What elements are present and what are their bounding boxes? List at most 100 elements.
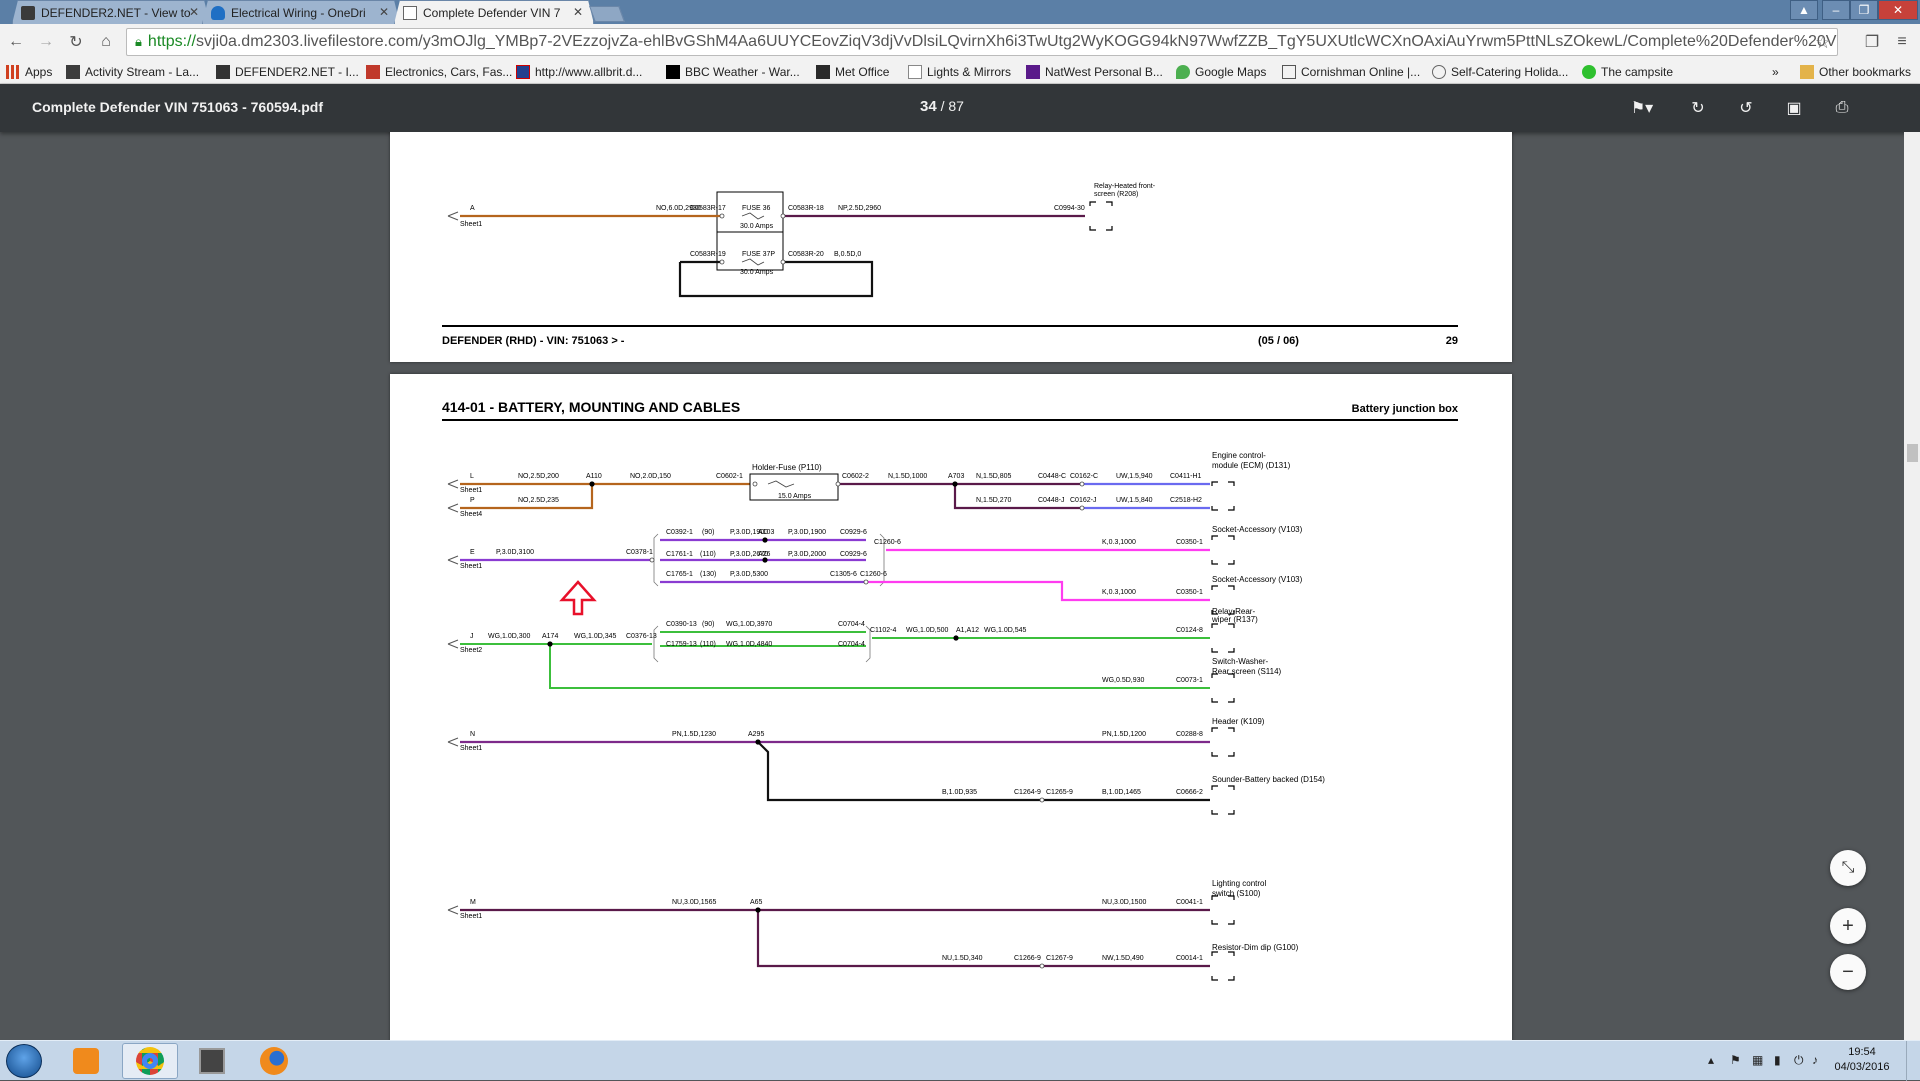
met-office-icon: [816, 65, 830, 79]
tab-onedrive[interactable]: Electrical Wiring - OneDri ✕: [202, 0, 400, 24]
bookmarks-overflow-button[interactable]: »: [1772, 64, 1779, 80]
bookmark-activity-stream[interactable]: Activity Stream - La...: [66, 64, 199, 80]
other-bookmarks[interactable]: Other bookmarks: [1800, 64, 1911, 80]
restore-button[interactable]: ❐: [1850, 0, 1878, 20]
reload-icon[interactable]: ↻: [66, 32, 86, 52]
scrollbar-thumb[interactable]: [1907, 444, 1918, 462]
bookmark-google-maps[interactable]: Google Maps: [1176, 64, 1266, 80]
bookmark-campsite[interactable]: The campsite: [1582, 64, 1673, 80]
profile-button[interactable]: ▲: [1790, 0, 1818, 20]
pin-label: M: [470, 899, 476, 906]
tab-defender2[interactable]: DEFENDER2.NET - View to ✕: [12, 0, 210, 24]
bookmark-met-office[interactable]: Met Office: [816, 64, 889, 80]
bookmark-cornishman[interactable]: Cornishman Online |...: [1282, 64, 1420, 80]
network-icon[interactable]: ▦: [1752, 1053, 1763, 1067]
bookmark-self-catering[interactable]: Self-Catering Holida...: [1432, 64, 1568, 80]
wire-label: NO,2.0D,150: [630, 473, 671, 480]
tab-strip: DEFENDER2.NET - View to ✕ Electrical Wir…: [0, 0, 1920, 24]
bookmark-apps[interactable]: Apps: [6, 64, 52, 80]
start-button[interactable]: [6, 1044, 42, 1078]
wire-label: WG,0.5D,930: [1102, 677, 1145, 684]
firefox-app[interactable]: [246, 1043, 302, 1079]
bookmark-defender2[interactable]: DEFENDER2.NET - I...: [216, 64, 359, 80]
sheet-arrow-icon: [447, 737, 459, 747]
connector-pin: [1039, 963, 1045, 969]
ecm-box: [1211, 481, 1235, 511]
address-bar[interactable]: 🔒︎ https:// svji0a.dm2303.livefilestore.…: [126, 28, 1838, 56]
wire-label: 30.0 Amps: [740, 223, 774, 230]
connector-pin: [752, 481, 758, 487]
calculator-app[interactable]: [184, 1043, 240, 1079]
sheet-arrow-icon: [447, 905, 459, 915]
component-label: Lighting control: [1212, 879, 1266, 888]
splice-dot: [953, 635, 959, 641]
component-label: Holder-Fuse (P110): [752, 463, 822, 472]
star-icon[interactable]: ☆: [1815, 32, 1831, 53]
wire-label: WG,1.0D,3970: [726, 621, 772, 628]
pdf-page-30: 414-01 - BATTERY, MOUNTING AND CABLES Bat…: [390, 374, 1512, 1040]
bookmark-natwest[interactable]: NatWest Personal B...: [1026, 64, 1163, 80]
close-tab-icon[interactable]: ✕: [379, 5, 389, 19]
zoom-out-button[interactable]: −: [1830, 954, 1866, 990]
page-number-input[interactable]: 34: [920, 98, 937, 115]
bookmark-allbrit[interactable]: http://www.allbrit.d...: [516, 64, 642, 80]
forward-arrow-icon[interactable]: →: [36, 32, 56, 52]
wire-label: A110: [586, 473, 602, 480]
media-player-app[interactable]: [58, 1043, 114, 1079]
wire-label: P,3.0D,5300: [730, 571, 768, 578]
power-icon[interactable]: ⏻: [1794, 1053, 1804, 1068]
bookmark-electronics[interactable]: Electronics, Cars, Fas...: [366, 64, 512, 80]
home-icon[interactable]: ⌂: [96, 32, 116, 52]
rotate-counterclockwise-icon[interactable]: ↺: [1736, 98, 1756, 118]
minimize-button[interactable]: –: [1822, 0, 1850, 20]
pdf-viewer[interactable]: A Sheet1 NO,6.0D,2980 C0583R-17 FUSE 36 30.0 …: [0, 132, 1904, 1040]
extension-icon[interactable]: ❐: [1862, 32, 1882, 52]
component-label: Relay-Heated front-: [1094, 183, 1156, 190]
back-arrow-icon[interactable]: ←: [6, 32, 26, 52]
show-hidden-icons[interactable]: ▴: [1708, 1053, 1714, 1067]
union-flag-icon: [516, 65, 530, 79]
bookmark-lights-mirrors[interactable]: Lights & Mirrors: [908, 64, 1011, 80]
wire-label: C0602-2: [842, 473, 869, 480]
volume-icon[interactable]: ♪: [1812, 1053, 1818, 1067]
bookmark-bbc-weather[interactable]: BBC Weather - War...: [666, 64, 800, 80]
wire-label: B,1.0D,935: [942, 789, 977, 796]
sounder-box: [1211, 785, 1235, 815]
wire-label: C0448-J: [1038, 497, 1064, 504]
chrome-app[interactable]: [122, 1043, 178, 1079]
wire-label: C0994-30: [1054, 205, 1085, 212]
wire-label: WG,1.0D,300: [488, 633, 531, 640]
save-icon[interactable]: ▣: [1784, 98, 1804, 118]
new-tab-button[interactable]: [589, 6, 625, 22]
fit-page-button[interactable]: ⤡: [1830, 850, 1866, 886]
connector-pin: [1039, 797, 1045, 803]
print-icon[interactable]: ⎙: [1832, 98, 1852, 118]
menu-icon[interactable]: ≡: [1892, 32, 1912, 52]
wire-label: B,0.5D,0: [834, 251, 861, 258]
battery-icon[interactable]: ▮: [1774, 1053, 1781, 1067]
close-tab-icon[interactable]: ✕: [189, 5, 199, 19]
wire-label: 30.0 Amps: [740, 269, 774, 276]
rotate-clockwise-icon[interactable]: ↻: [1688, 98, 1708, 118]
component-label: wiper (R137): [1211, 615, 1258, 624]
close-window-button[interactable]: ✕: [1878, 0, 1918, 20]
component-label: Resistor-Dim dip (G100): [1212, 943, 1299, 952]
wire-label: PN,1.5D,1230: [672, 731, 716, 738]
clock[interactable]: 19:54 04/03/2016: [1832, 1045, 1892, 1075]
media-player-icon: [73, 1048, 99, 1074]
close-tab-icon[interactable]: ✕: [573, 5, 583, 19]
show-desktop-button[interactable]: [1906, 1041, 1920, 1081]
bookmark-icon[interactable]: ⚑▾: [1631, 98, 1653, 118]
zoom-in-button[interactable]: +: [1830, 908, 1866, 944]
wire-label: C0350-1: [1176, 589, 1203, 596]
tab-title: Complete Defender VIN 7: [423, 5, 561, 20]
wire-label: P,3.0D,3100: [496, 549, 534, 556]
wire-b-0-5: [678, 260, 874, 298]
tab-pdf[interactable]: Complete Defender VIN 7 ✕: [394, 0, 594, 24]
wire-label: C0014-1: [1176, 955, 1203, 962]
flag-icon[interactable]: ⚑: [1730, 1053, 1741, 1067]
wire-label: A65: [750, 899, 763, 906]
sheet-label: Sheet1: [460, 487, 482, 494]
pdf-page-29: A Sheet1 NO,6.0D,2980 C0583R-17 FUSE 36 30.0 …: [390, 132, 1512, 362]
vertical-scrollbar[interactable]: [1904, 132, 1920, 1040]
